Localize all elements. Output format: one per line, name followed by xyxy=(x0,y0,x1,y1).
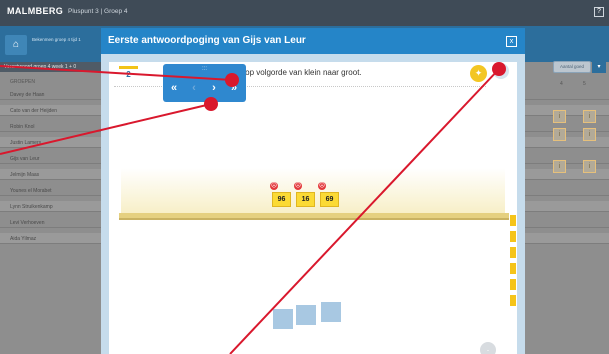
annotation-line xyxy=(0,103,212,155)
annotation-dot xyxy=(204,97,218,111)
annotation-overlay xyxy=(0,62,506,354)
annotation-dot xyxy=(492,62,506,76)
annotation-line xyxy=(229,68,500,354)
annotation-dot xyxy=(225,73,239,87)
annotation-line xyxy=(0,65,233,81)
